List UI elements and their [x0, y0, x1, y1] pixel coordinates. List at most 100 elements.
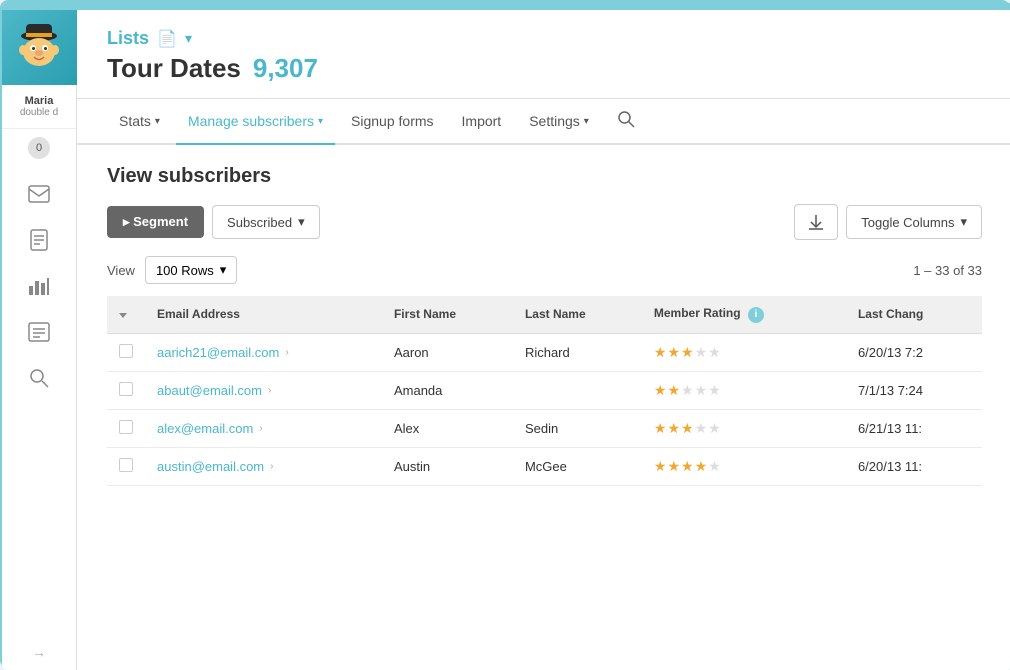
email-value-0[interactable]: aarich21@email.com — [157, 345, 279, 360]
segment-button[interactable]: ▸ Segment — [107, 206, 204, 238]
td-email-2: alex@email.com › — [145, 409, 382, 447]
th-email: Email Address — [145, 296, 382, 333]
nav-search-icon[interactable] — [609, 110, 643, 133]
table-head: Email Address First Name Last Name Membe… — [107, 296, 982, 333]
chart-icon[interactable] — [20, 267, 58, 305]
star-filled: ★ — [654, 382, 667, 399]
download-button[interactable] — [794, 204, 838, 240]
nav-manage-label: Manage subscribers — [188, 113, 314, 129]
sidebar-user: Maria double d — [2, 85, 76, 129]
star-empty: ★ — [695, 382, 708, 399]
mailchimp-logo — [12, 20, 67, 75]
breadcrumb-arrow[interactable]: ▾ — [185, 30, 192, 47]
page-title-row: Tour Dates 9,307 — [107, 53, 982, 84]
td-last-name-0: Richard — [513, 333, 642, 371]
sidebar-user-name: Maria — [7, 95, 71, 107]
star-filled: ★ — [667, 382, 680, 399]
email-chevron-3: › — [270, 461, 273, 472]
view-row-left: View 100 Rows ▾ — [107, 256, 237, 284]
nav-settings-caret: ▾ — [584, 116, 589, 127]
star-filled: ★ — [695, 458, 708, 475]
email-chevron-2: › — [259, 423, 262, 434]
email-value-3[interactable]: austin@email.com — [157, 459, 264, 474]
table-row: abaut@email.com › Amanda ★★★★★ 7/1/13 7:… — [107, 371, 982, 409]
breadcrumb-text[interactable]: Lists — [107, 28, 149, 49]
sidebar-user-sub: double d — [7, 107, 71, 118]
td-last-changed-1: 7/1/13 7:24 — [846, 371, 982, 409]
sidebar: Maria double d 0 — [2, 10, 77, 670]
page-title: Tour Dates — [107, 53, 241, 84]
toolbar-right: Toggle Columns ▾ — [794, 204, 982, 240]
rows-label: 100 Rows — [156, 263, 214, 278]
td-last-changed-2: 6/21/13 11: — [846, 409, 982, 447]
sidebar-bottom-arrow[interactable]: → — [32, 634, 46, 670]
star-filled: ★ — [654, 458, 667, 475]
td-email-0: aarich21@email.com › — [145, 333, 382, 371]
subscribed-button[interactable]: Subscribed ▾ — [212, 205, 320, 239]
rows-select-button[interactable]: 100 Rows ▾ — [145, 256, 237, 284]
td-last-changed-0: 6/20/13 7:2 — [846, 333, 982, 371]
nav-item-import[interactable]: Import — [450, 99, 514, 145]
page-header: Lists 📄 ▾ Tour Dates 9,307 — [77, 10, 1010, 99]
nav-item-settings[interactable]: Settings ▾ — [517, 99, 601, 145]
row-checkbox-3[interactable] — [119, 458, 133, 472]
rating-info-icon[interactable]: i — [748, 307, 764, 323]
sidebar-badge[interactable]: 0 — [28, 137, 50, 159]
td-first-name-2: Alex — [382, 409, 513, 447]
toggle-columns-button[interactable]: Toggle Columns ▾ — [846, 205, 982, 239]
view-label: View — [107, 263, 135, 278]
td-last-changed-3: 6/20/13 11: — [846, 447, 982, 485]
td-first-name-1: Amanda — [382, 371, 513, 409]
row-checkbox-1[interactable] — [119, 382, 133, 396]
table-header-row: Email Address First Name Last Name Membe… — [107, 296, 982, 333]
star-filled: ★ — [667, 458, 680, 475]
row-checkbox-2[interactable] — [119, 420, 133, 434]
email-value-2[interactable]: alex@email.com — [157, 421, 253, 436]
top-bar — [2, 2, 1010, 10]
subscribers-table: Email Address First Name Last Name Membe… — [107, 296, 982, 486]
breadcrumb: Lists 📄 ▾ — [107, 28, 982, 49]
search-sidebar-icon[interactable] — [20, 359, 58, 397]
email-value-1[interactable]: abaut@email.com — [157, 383, 262, 398]
row-checkbox-0[interactable] — [119, 344, 133, 358]
email-chevron-0: › — [285, 347, 288, 358]
subscribed-caret: ▾ — [298, 214, 305, 230]
td-rating-1: ★★★★★ — [642, 371, 846, 409]
th-rating-label: Member Rating — [654, 306, 741, 320]
stars-0: ★★★★★ — [654, 344, 834, 361]
toolbar-row: ▸ Segment Subscribed ▾ — [107, 204, 982, 240]
toolbar-left: ▸ Segment Subscribed ▾ — [107, 205, 320, 239]
nav-import-label: Import — [462, 113, 502, 129]
nav-bar: Stats ▾ Manage subscribers ▾ Signup form… — [77, 99, 1010, 145]
th-last-changed: Last Chang — [846, 296, 982, 333]
td-email-1: abaut@email.com › — [145, 371, 382, 409]
star-filled: ★ — [681, 458, 694, 475]
th-last-name-label: Last Name — [525, 307, 586, 321]
td-rating-2: ★★★★★ — [642, 409, 846, 447]
main-content: View subscribers ▸ Segment Subscribed ▾ — [77, 145, 1010, 670]
nav-item-stats[interactable]: Stats ▾ — [107, 99, 172, 145]
content-area: Lists 📄 ▾ Tour Dates 9,307 Stats ▾ Manag… — [77, 10, 1010, 670]
nav-stats-label: Stats — [119, 113, 151, 129]
pagination-text: 1 – 33 of 33 — [913, 263, 982, 278]
nav-item-manage-subscribers[interactable]: Manage subscribers ▾ — [176, 99, 335, 145]
document-icon[interactable] — [20, 221, 58, 259]
td-first-name-0: Aaron — [382, 333, 513, 371]
star-filled: ★ — [681, 344, 694, 361]
td-first-name-3: Austin — [382, 447, 513, 485]
star-filled: ★ — [667, 420, 680, 437]
star-empty: ★ — [681, 382, 694, 399]
td-checkbox-1 — [107, 371, 145, 409]
td-email-3: austin@email.com › — [145, 447, 382, 485]
table-row: austin@email.com › Austin McGee ★★★★★ 6/… — [107, 447, 982, 485]
nav-item-signup-forms[interactable]: Signup forms — [339, 99, 445, 145]
nav-settings-label: Settings — [529, 113, 580, 129]
stars-3: ★★★★★ — [654, 458, 834, 475]
td-rating-0: ★★★★★ — [642, 333, 846, 371]
star-empty: ★ — [708, 458, 721, 475]
table-row: alex@email.com › Alex Sedin ★★★★★ 6/21/1… — [107, 409, 982, 447]
envelope-icon[interactable] — [20, 175, 58, 213]
campaigns-icon[interactable] — [20, 313, 58, 351]
table-row: aarich21@email.com › Aaron Richard ★★★★★… — [107, 333, 982, 371]
th-member-rating: Member Rating i — [642, 296, 846, 333]
